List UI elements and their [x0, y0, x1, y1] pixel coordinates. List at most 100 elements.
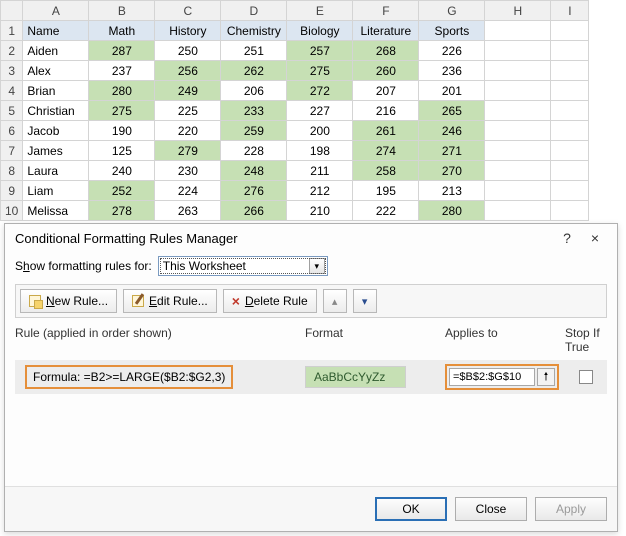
header-cell[interactable]: History	[155, 21, 221, 41]
show-rules-for-select[interactable]: This Worksheet ▾	[158, 256, 328, 276]
cell[interactable]: 236	[419, 61, 485, 81]
delete-rule-button[interactable]: × Delete Rule	[223, 289, 317, 313]
cell[interactable]: 278	[89, 201, 155, 221]
row-10[interactable]: 10	[1, 201, 23, 221]
cell[interactable]: Alex	[23, 61, 89, 81]
cell[interactable]: 266	[221, 201, 287, 221]
cell[interactable]	[485, 61, 551, 81]
cell[interactable]: 207	[353, 81, 419, 101]
move-down-button[interactable]: ▾	[353, 289, 377, 313]
row-4[interactable]: 4	[1, 81, 23, 101]
cell[interactable]: 233	[221, 101, 287, 121]
cell[interactable]: 227	[287, 101, 353, 121]
cell[interactable]: 248	[221, 161, 287, 181]
cell[interactable]: 228	[221, 141, 287, 161]
cell[interactable]: 287	[89, 41, 155, 61]
cell[interactable]: James	[23, 141, 89, 161]
cell[interactable]: 213	[419, 181, 485, 201]
cell[interactable]	[551, 41, 589, 61]
cell[interactable]: 195	[353, 181, 419, 201]
rule-row[interactable]: Formula: =B2>=LARGE($B2:$G2,3) AaBbCcYyZ…	[15, 360, 607, 394]
cell[interactable]	[551, 101, 589, 121]
cell[interactable]: Aiden	[23, 41, 89, 61]
stop-if-true-checkbox[interactable]	[579, 370, 593, 384]
cell[interactable]: 246	[419, 121, 485, 141]
header-cell[interactable]: Math	[89, 21, 155, 41]
new-rule-button[interactable]: New Rule...	[20, 289, 117, 313]
move-up-button[interactable]: ▴	[323, 289, 347, 313]
cell[interactable]	[551, 141, 589, 161]
cell[interactable]: 206	[221, 81, 287, 101]
row-2[interactable]: 2	[1, 41, 23, 61]
col-G[interactable]: G	[419, 1, 485, 21]
cell[interactable]: 222	[353, 201, 419, 221]
row-3[interactable]: 3	[1, 61, 23, 81]
select-all-corner[interactable]	[1, 1, 23, 21]
cell[interactable]: 250	[155, 41, 221, 61]
header-cell[interactable]: Sports	[419, 21, 485, 41]
cell[interactable]	[485, 161, 551, 181]
cell[interactable]: 261	[353, 121, 419, 141]
col-D[interactable]: D	[221, 1, 287, 21]
row-1[interactable]: 1	[1, 21, 23, 41]
cell[interactable]: 257	[287, 41, 353, 61]
col-I[interactable]: I	[551, 1, 589, 21]
cell[interactable]: 226	[419, 41, 485, 61]
cell[interactable]: Melissa	[23, 201, 89, 221]
cell[interactable]	[485, 141, 551, 161]
header-cell[interactable]: Literature	[353, 21, 419, 41]
col-H[interactable]: H	[485, 1, 551, 21]
cell[interactable]: 268	[353, 41, 419, 61]
cell[interactable]: 198	[287, 141, 353, 161]
cell[interactable]	[485, 41, 551, 61]
cell[interactable]: 190	[89, 121, 155, 141]
cell[interactable]: 258	[353, 161, 419, 181]
range-selector-icon[interactable]: 🠕	[537, 368, 555, 386]
col-B[interactable]: B	[89, 1, 155, 21]
col-E[interactable]: E	[287, 1, 353, 21]
cell[interactable]: 276	[221, 181, 287, 201]
cell[interactable]	[485, 121, 551, 141]
cell[interactable]: 216	[353, 101, 419, 121]
cell[interactable]: 259	[221, 121, 287, 141]
cell[interactable]	[551, 161, 589, 181]
row-8[interactable]: 8	[1, 161, 23, 181]
cell[interactable]	[551, 201, 589, 221]
cell[interactable]: 240	[89, 161, 155, 181]
cell[interactable]: Brian	[23, 81, 89, 101]
cell[interactable]	[551, 81, 589, 101]
col-C[interactable]: C	[155, 1, 221, 21]
header-cell[interactable]: Chemistry	[221, 21, 287, 41]
cell[interactable]: 279	[155, 141, 221, 161]
cell[interactable]	[485, 81, 551, 101]
cell[interactable]: 274	[353, 141, 419, 161]
row-7[interactable]: 7	[1, 141, 23, 161]
cell[interactable]: 270	[419, 161, 485, 181]
ok-button[interactable]: OK	[375, 497, 447, 521]
cell[interactable]: 249	[155, 81, 221, 101]
cell[interactable]: 263	[155, 201, 221, 221]
cell[interactable]	[485, 201, 551, 221]
cell[interactable]: 251	[221, 41, 287, 61]
cell[interactable]	[485, 101, 551, 121]
row-5[interactable]: 5	[1, 101, 23, 121]
cell[interactable]	[551, 121, 589, 141]
help-button[interactable]: ?	[553, 230, 581, 246]
cell[interactable]: 220	[155, 121, 221, 141]
cell[interactable]: 260	[353, 61, 419, 81]
cell[interactable]: 275	[287, 61, 353, 81]
cell[interactable]: 125	[89, 141, 155, 161]
cell[interactable]: Liam	[23, 181, 89, 201]
edit-rule-button[interactable]: Edit Rule...	[123, 289, 217, 313]
cell[interactable]: 201	[419, 81, 485, 101]
cell[interactable]: 224	[155, 181, 221, 201]
cell[interactable]: 262	[221, 61, 287, 81]
cell[interactable]	[551, 21, 589, 41]
cell[interactable]	[551, 61, 589, 81]
cell[interactable]: 271	[419, 141, 485, 161]
cell[interactable]: 225	[155, 101, 221, 121]
row-9[interactable]: 9	[1, 181, 23, 201]
cell[interactable]	[485, 181, 551, 201]
apply-button[interactable]: Apply	[535, 497, 607, 521]
cell[interactable]: 265	[419, 101, 485, 121]
